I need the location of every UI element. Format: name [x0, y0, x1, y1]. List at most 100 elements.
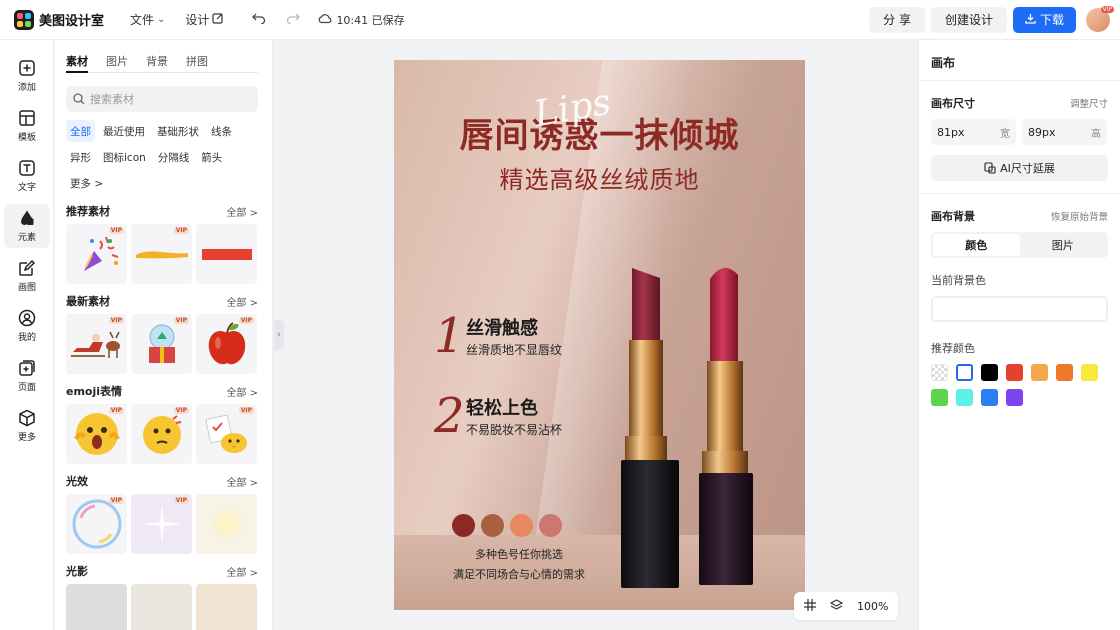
chip-all[interactable]: 全部	[66, 120, 95, 142]
asset-thumb[interactable]: VIP	[66, 314, 127, 374]
shade-swatch[interactable]	[481, 514, 504, 537]
asset-thumb[interactable]: VIP	[131, 494, 192, 554]
rail-item-mine[interactable]: 我的	[4, 304, 50, 348]
collapse-panel-button[interactable]: ‹	[274, 320, 284, 350]
recommend-colors-label: 推荐颜色	[931, 342, 975, 355]
chip-arrows[interactable]: 箭头	[197, 146, 226, 168]
color-swatch[interactable]	[1031, 364, 1048, 381]
section-title: emoji表情	[66, 385, 123, 398]
color-swatch[interactable]	[981, 364, 998, 381]
see-all-link[interactable]: 全部 >	[226, 564, 258, 579]
plus-square-icon	[19, 60, 35, 76]
rail-item-add[interactable]: 添加	[4, 54, 50, 98]
feature-item[interactable]: 2 轻松上色 不易脱妆不易沾杯	[434, 388, 562, 444]
color-swatch[interactable]	[1081, 364, 1098, 381]
chip-recent[interactable]: 最近使用	[99, 120, 149, 142]
asset-thumb[interactable]: VIP	[131, 314, 192, 374]
tab-image[interactable]: 图片	[1020, 234, 1107, 256]
color-swatch-selected[interactable]	[956, 364, 973, 381]
feature-number: 2	[434, 388, 465, 444]
tab-collage[interactable]: 拼图	[186, 53, 208, 72]
resize-link[interactable]: 调整尺寸	[1070, 96, 1108, 110]
color-swatch-transparent[interactable]	[931, 364, 948, 381]
asset-thumb[interactable]: VIP	[66, 494, 127, 554]
lipstick-image[interactable]	[694, 265, 764, 585]
tab-backgrounds[interactable]: 背景	[146, 53, 168, 72]
redo-button[interactable]	[286, 12, 301, 27]
asset-thumb[interactable]: VIP	[131, 224, 192, 284]
download-button[interactable]: 下载	[1012, 6, 1076, 33]
rail-item-template[interactable]: 模板	[4, 104, 50, 148]
restore-bg-link[interactable]: 恢复原始背景	[1051, 209, 1108, 223]
search-box[interactable]	[66, 86, 258, 112]
avatar[interactable]: VIP	[1086, 5, 1114, 32]
asset-thumb[interactable]	[131, 584, 192, 630]
asset-thumb[interactable]	[196, 584, 257, 630]
tab-images[interactable]: 图片	[106, 53, 128, 72]
share-button[interactable]: 分 享	[869, 6, 925, 33]
app-logo[interactable]: 美图设计室	[14, 9, 104, 30]
create-design-button[interactable]: 创建设计	[930, 6, 1007, 33]
shade-swatch[interactable]	[539, 514, 562, 537]
asset-thumb[interactable]: VIP	[131, 404, 192, 464]
poster-caption-2[interactable]: 满足不同场合与心情的需求	[414, 566, 624, 582]
undo-button[interactable]	[252, 12, 266, 27]
color-swatch[interactable]	[981, 389, 998, 406]
zoom-level[interactable]: 100%	[857, 600, 888, 613]
undo-icon	[252, 12, 266, 27]
asset-thumb[interactable]	[196, 224, 257, 284]
tab-color[interactable]: 颜色	[933, 234, 1020, 256]
design-canvas[interactable]: 唇间诱惑一抹倾城 Lips 精选高级丝绒质地 1 丝滑触感 丝滑质地不显唇纹 2…	[394, 60, 805, 610]
color-swatch[interactable]	[956, 389, 973, 406]
chip-irregular[interactable]: 异形	[66, 146, 95, 168]
height-field[interactable]: 89px 高	[1022, 119, 1107, 145]
see-all-link[interactable]: 全部 >	[226, 204, 258, 219]
asset-thumb[interactable]: VIP	[66, 224, 127, 284]
rail-item-page[interactable]: 页面	[4, 354, 50, 398]
chip-lines[interactable]: 线条	[207, 120, 236, 142]
asset-thumb[interactable]: VIP	[66, 404, 127, 464]
asset-thumb[interactable]	[66, 584, 127, 630]
party-popper-icon	[83, 236, 118, 271]
color-swatch[interactable]	[931, 389, 948, 406]
search-input[interactable]	[90, 92, 250, 106]
lipstick-image[interactable]	[616, 260, 686, 590]
assets-panel: 素材 图片 背景 拼图 全部 最近使用 基础形状 线条 异形 图标icon 分隔…	[55, 40, 273, 630]
rail-item-text[interactable]: 文字	[4, 154, 50, 198]
grid-icon[interactable]	[804, 598, 816, 614]
color-swatch[interactable]	[1056, 364, 1073, 381]
text-icon	[19, 160, 35, 176]
asset-thumb[interactable]: VIP	[196, 404, 257, 464]
asset-thumb[interactable]: VIP	[196, 314, 257, 374]
poster-subtitle[interactable]: 精选高级丝绒质地	[394, 160, 805, 195]
chip-more[interactable]: 更多 >	[66, 172, 107, 194]
shade-swatch[interactable]	[510, 514, 533, 537]
color-swatch[interactable]	[1006, 389, 1023, 406]
file-menu[interactable]: 文件 ⌄	[130, 11, 165, 28]
rail-item-elements[interactable]: 元素	[4, 204, 50, 248]
chip-dividers[interactable]: 分隔线	[154, 146, 194, 168]
tab-materials[interactable]: 素材	[66, 53, 88, 73]
zoom-toolbar: 100%	[794, 592, 899, 620]
cloud-icon	[318, 13, 332, 27]
chip-basic-shapes[interactable]: 基础形状	[153, 120, 203, 142]
rail-item-draw[interactable]: 画图	[4, 254, 50, 298]
template-icon	[19, 110, 35, 126]
feature-item[interactable]: 1 丝滑触感 丝滑质地不显唇纹	[434, 308, 562, 364]
poster-caption-1[interactable]: 多种色号任你挑选	[414, 546, 624, 562]
see-all-link[interactable]: 全部 >	[226, 384, 258, 399]
color-swatch[interactable]	[1006, 364, 1023, 381]
current-bg-color-field[interactable]	[931, 296, 1108, 322]
width-field[interactable]: 81px 宽	[931, 119, 1016, 145]
asset-thumb[interactable]	[196, 494, 257, 554]
ai-extend-button[interactable]: AI尺寸延展	[931, 155, 1108, 181]
rail-item-more[interactable]: 更多	[4, 404, 50, 448]
see-all-link[interactable]: 全部 >	[226, 474, 258, 489]
design-menu[interactable]: 设计	[185, 11, 224, 28]
shade-swatch[interactable]	[452, 514, 475, 537]
draw-icon	[19, 259, 36, 276]
layers-icon[interactable]	[829, 598, 844, 614]
chip-icons[interactable]: 图标icon	[99, 146, 150, 168]
feature-title: 轻松上色	[466, 398, 538, 419]
see-all-link[interactable]: 全部 >	[226, 294, 258, 309]
